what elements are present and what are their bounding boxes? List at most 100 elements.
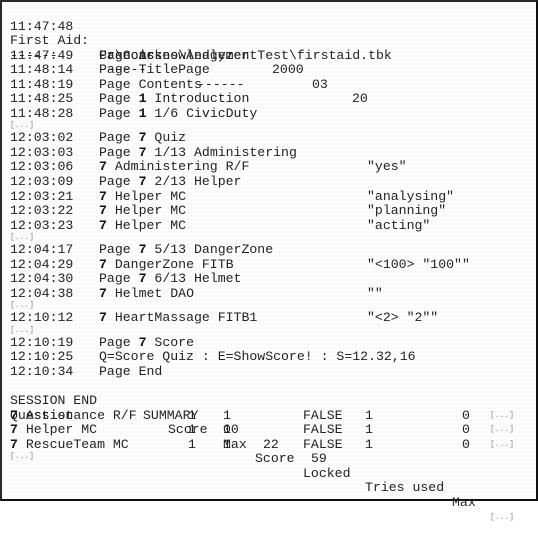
entry-time: 12:04:38 [10, 285, 74, 301]
entry-description: Page End [99, 364, 163, 380]
row-more: [...] [490, 410, 515, 420]
entry-type: Page [99, 364, 131, 380]
table-row: 7 Assistance R/F 1 1 FALSE 1 0 [...] [10, 407, 536, 424]
column-more: [...] [490, 512, 515, 522]
entry-description: Page Contents [99, 76, 202, 93]
entry-answer: "acting" [367, 217, 431, 233]
row-more: [...] [490, 439, 515, 449]
entry-type: Page [99, 174, 131, 190]
entry-description: 7 DangerZone FITB [99, 256, 234, 273]
log-entry: 12:03:22 7 Helper MC "planning" [10, 203, 536, 219]
entry-text: Helper MC [114, 217, 187, 233]
entry-time: 12:03:09 [10, 174, 74, 190]
log-entry: 12:03:23 7 Helper MC "acting" [10, 217, 536, 234]
row-max: 1 [223, 407, 231, 423]
entry-answer: "<100> "100"" [367, 256, 470, 272]
log-entry: 12:10:34 Page End [10, 364, 536, 380]
entry-text: 6/13 Helmet [154, 271, 242, 287]
log-entry: 12:03:03 Page 7 1/13 Administering [10, 144, 536, 161]
column-max-tries: Max [452, 494, 476, 510]
row-score: 1 [188, 436, 196, 452]
page-number: 7 [99, 217, 107, 233]
entry-time: 12:03:22 [10, 203, 74, 219]
entry-time: 12:04:30 [10, 271, 74, 287]
entry-time: 12:03:03 [10, 144, 74, 160]
question-name: RescueTeam MC [25, 436, 129, 452]
duration-seconds: 59 [311, 451, 327, 467]
entry-description: Q=Score Quiz : E=ShowScore! : S=12.32,16 [99, 350, 416, 365]
log-entry: 12:10:12 7 HeartMassage FITB1 "<2> "2"" [10, 311, 536, 326]
entry-type: Page [99, 105, 131, 121]
log-entry: 11:48:25 Page 1 Introduction [10, 92, 536, 107]
row-locked: FALSE [303, 422, 343, 438]
entry-text: Introduction [154, 91, 250, 107]
header-line: 11:47:48 : Francis 2000 03 20 [10, 5, 536, 106]
log-entry: 12:10:25 Q=Score Quiz : E=ShowScore! : S=… [10, 350, 536, 365]
entry-time: 12:03:02 [10, 130, 74, 146]
entry-text: DangerZone FITB [114, 256, 234, 272]
entry-answer: "<2> "2"" [367, 310, 439, 326]
entry-type: Page [99, 242, 131, 258]
entry-time: 12:03:23 [10, 217, 74, 233]
entry-description: 7 Helper MC [99, 203, 187, 219]
log-entry: 11:48:19 Page Contents [10, 76, 536, 93]
entry-text: Acknowledgement [138, 47, 258, 63]
log-entry: 12:03:02 Page 7 Quiz [10, 131, 536, 146]
entry-answer: "analysing" [367, 188, 455, 204]
entry-time: 11:48:19 [10, 76, 74, 92]
entry-description: 7 Helper MC [99, 189, 186, 205]
log-entry: 12:04:38 7 Helmet DAO "" [10, 285, 536, 302]
entry-time: 12:10:19 [10, 334, 74, 350]
column-locked: Locked [303, 465, 351, 481]
log-entry: 12:03:06 7 Administering R/F "yes" [10, 160, 536, 175]
page-number: 7 [99, 203, 107, 219]
entry-text: Helper MC [114, 203, 187, 219]
entry-description: Page 7 1/13 Administering [99, 144, 297, 161]
session-log: 11:47:48 : Francis 2000 03 20 First Aid … [10, 5, 536, 522]
entry-text: TitlePage [138, 62, 210, 78]
entry-time: 12:03:21 [10, 188, 74, 204]
entry-time: 11:48:14 [10, 62, 74, 78]
page-number: 7 [10, 407, 18, 423]
entry-text: 1/6 CivicDuty [154, 105, 258, 121]
log-entry: 12:04:29 7 DangerZone FITB "<100> "100"" [10, 256, 536, 273]
entry-text: End [138, 364, 163, 380]
entry-text: Helmet DAO [114, 285, 194, 301]
entry-type: Page [99, 76, 131, 92]
entry-time: 12:10:34 [10, 364, 74, 380]
row-max: 1 [223, 422, 231, 438]
row-locked: FALSE [303, 436, 343, 452]
row-max-tries: 0 [462, 407, 470, 423]
entry-description: Page 7 6/13 Helmet [99, 272, 241, 287]
page-number: 7 [10, 436, 18, 452]
entry-type: Page [99, 144, 131, 160]
log-entry: 12:03:21 7 Helper MC "analysing" [10, 188, 536, 205]
column-tries-used: Tries used [365, 480, 445, 496]
entry-description: 7 HeartMassage FITB1 [99, 311, 257, 326]
entry-type: Page [99, 271, 131, 287]
page-number: 7 [138, 130, 147, 146]
entry-time: 12:04:17 [10, 242, 74, 258]
question-name: Assistance R/F [25, 407, 137, 423]
log-entry: 12:10:19 Page 7 Score [10, 334, 536, 351]
entry-answer: "planning" [367, 203, 447, 219]
entry-description: Page 7 5/13 DangerZone [99, 242, 273, 258]
entry-text: Contents [138, 76, 202, 92]
entry-time: 12:03:06 [10, 159, 74, 175]
row-max-tries: 0 [462, 436, 470, 452]
page-number: 7 [138, 334, 147, 350]
log-entry: 12:04:17 Page 7 5/13 DangerZone [10, 242, 536, 258]
log-entry: 12:03:09 Page 7 2/13 Helper [10, 174, 536, 190]
entry-description: 7 Helmet DAO [99, 285, 194, 302]
page-number: 7 [138, 174, 147, 190]
page-number: 7 [138, 242, 147, 258]
page-number: 7 [99, 310, 107, 326]
entry-description: Page 7 Quiz [99, 131, 186, 146]
entry-time: 11:47:49 [10, 47, 74, 63]
entry-text: 1/13 Administering [154, 144, 297, 160]
entry-text: Administering R/F [114, 159, 250, 175]
entry-description: 7 Administering R/F [99, 160, 249, 175]
page-number: 7 [138, 144, 147, 160]
page-number: 7 [99, 256, 107, 272]
page-number: 7 [99, 159, 107, 175]
